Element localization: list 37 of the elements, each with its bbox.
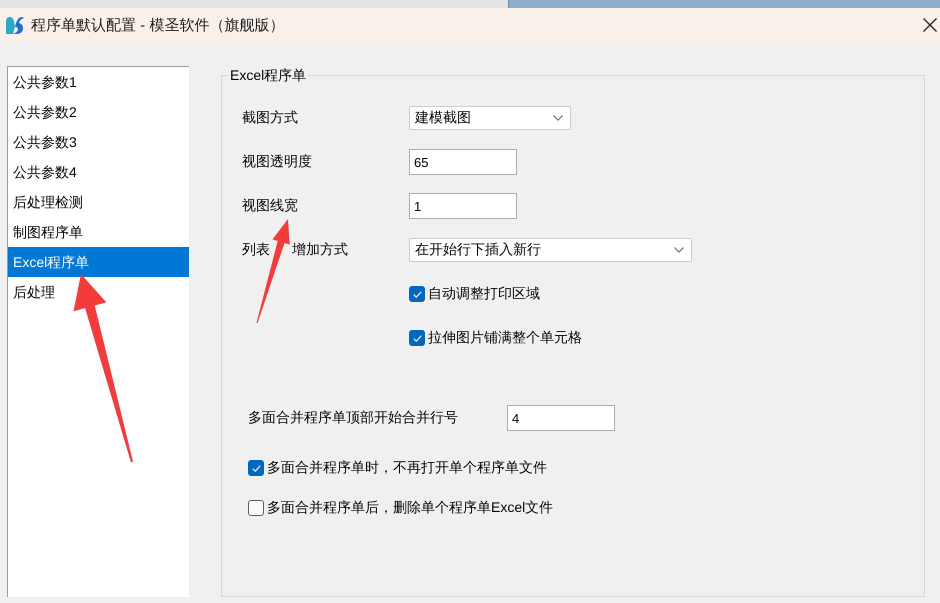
chevron-down-icon <box>553 115 563 121</box>
close-button[interactable] <box>923 18 937 32</box>
sidebar-item[interactable]: 公共参数4 <box>8 157 189 187</box>
checkbox[interactable] <box>248 460 264 476</box>
checkmark-icon <box>412 290 422 298</box>
dropdown[interactable]: 建模截图 <box>409 106 571 130</box>
field-label: 增加方式 <box>292 241 348 259</box>
close-icon <box>923 18 937 32</box>
checkbox-label: 自动调整打印区域 <box>428 285 540 303</box>
app-logo-icon <box>5 15 25 35</box>
field-label: 截图方式 <box>242 109 299 127</box>
sidebar-item[interactable]: Excel程序单 <box>8 247 189 277</box>
sidebar-item[interactable]: 公共参数1 <box>8 67 189 97</box>
input-field[interactable]: 1 <box>409 193 517 219</box>
checkmark-icon <box>252 464 260 472</box>
group-title: Excel程序单 <box>228 66 308 84</box>
field-label: 视图透明度 <box>242 153 313 171</box>
checkbox-label: 拉伸图片铺满整个单元格 <box>428 329 582 347</box>
field-label: 列表 <box>242 241 270 259</box>
sidebar-item[interactable]: 制图程序单 <box>8 217 189 247</box>
checkbox-label: 多面合并程序单时，不再打开单个程序单文件 <box>267 459 547 477</box>
window-title: 程序单默认配置 - 模圣软件（旗舰版） <box>31 16 284 34</box>
checkmark-icon <box>412 334 422 342</box>
input-field[interactable]: 65 <box>409 149 517 175</box>
field-label: 多面合并程序单顶部开始合并行号 <box>248 409 459 427</box>
checkbox[interactable] <box>409 330 425 346</box>
sidebar-item[interactable]: 公共参数3 <box>8 127 189 157</box>
checkbox-label: 多面合并程序单后，删除单个程序单Excel文件 <box>267 499 554 517</box>
dropdown[interactable]: 在开始行下插入新行 <box>409 238 692 262</box>
checkbox[interactable] <box>248 500 264 516</box>
sidebar-item[interactable]: 后处理 <box>8 277 189 307</box>
field-label: 视图线宽 <box>242 197 299 215</box>
checkbox[interactable] <box>409 286 425 302</box>
chevron-down-icon <box>674 247 684 253</box>
sidebar-item[interactable]: 公共参数2 <box>8 97 189 127</box>
input-field[interactable]: 4 <box>507 405 615 431</box>
sidebar-item[interactable]: 后处理检测 <box>8 187 189 217</box>
